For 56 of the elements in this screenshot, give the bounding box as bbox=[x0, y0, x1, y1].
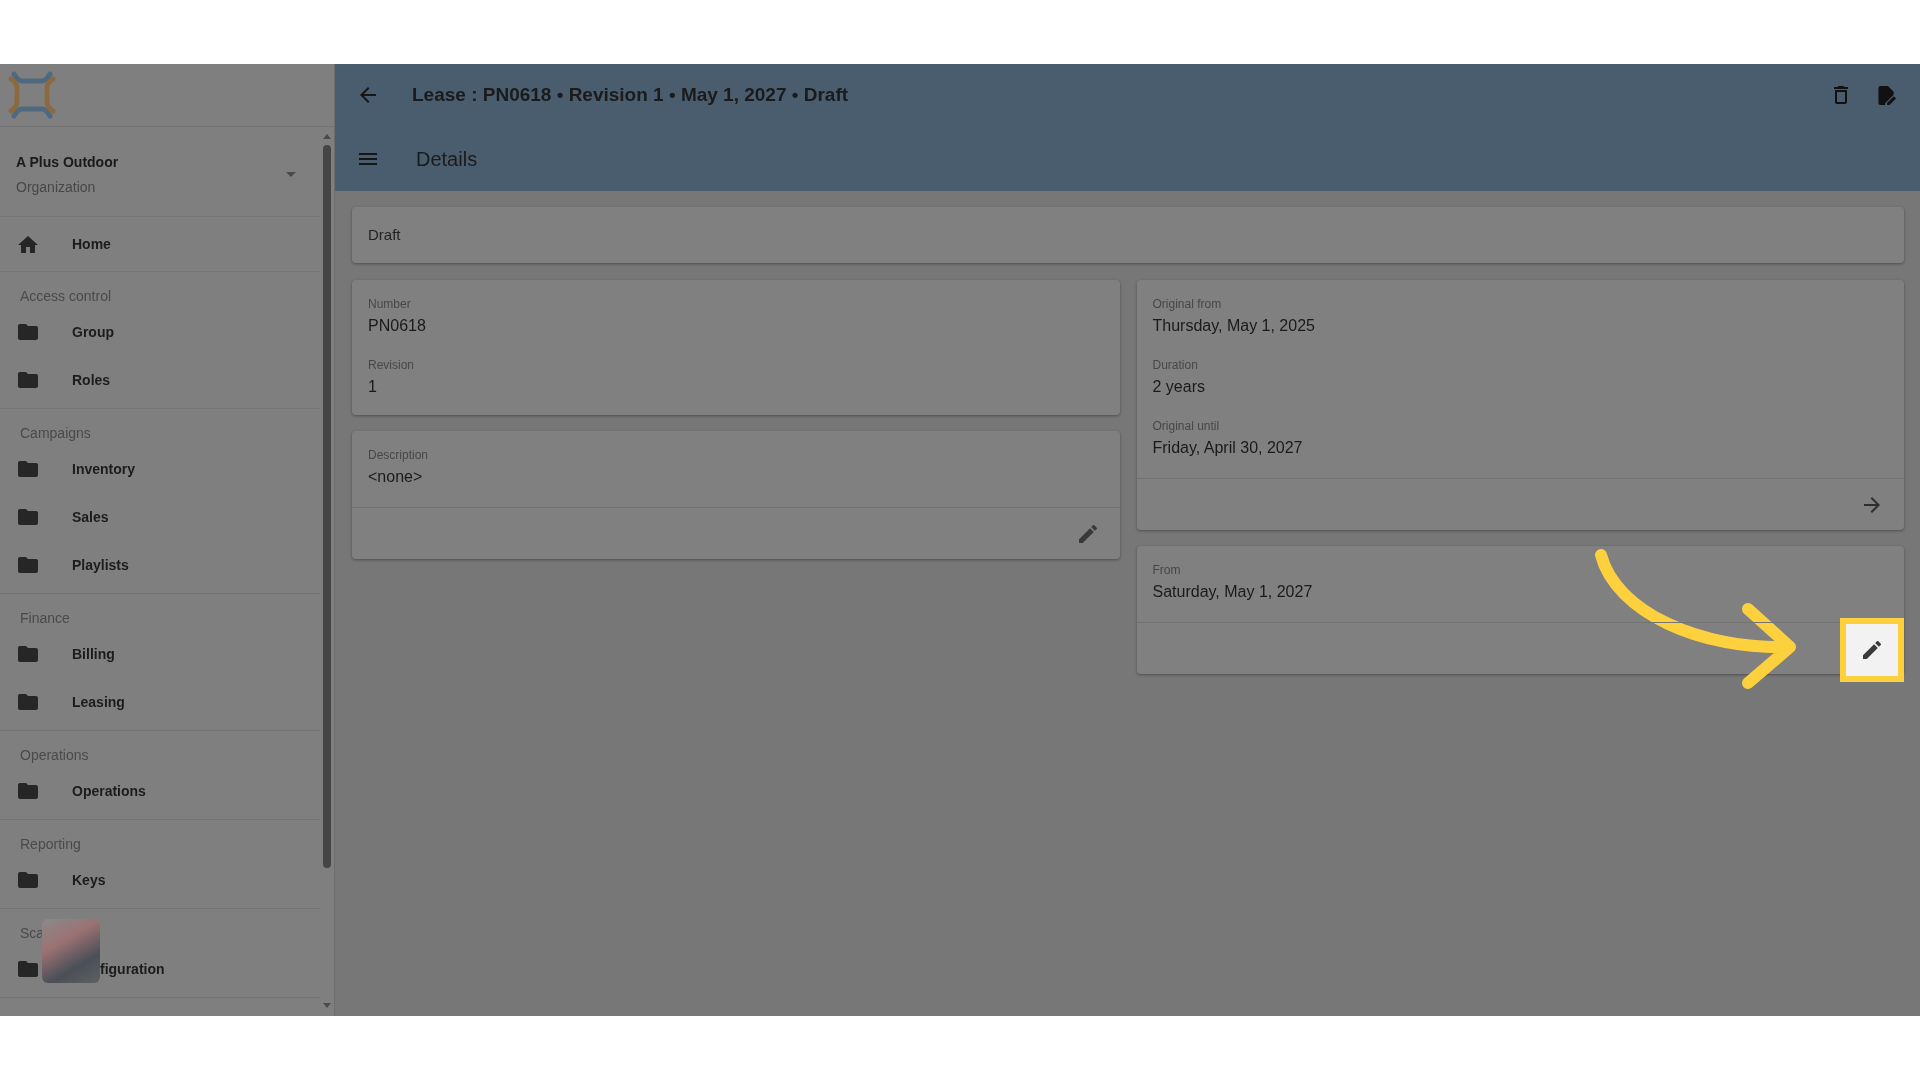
pencil-icon bbox=[1078, 524, 1097, 543]
folder-icon bbox=[18, 872, 38, 888]
nav-item[interactable]: Home bbox=[0, 220, 320, 268]
forward-arrow-icon bbox=[1864, 496, 1880, 513]
nav-item[interactable]: Group bbox=[0, 308, 320, 356]
nav-item[interactable]: figuration bbox=[0, 945, 320, 993]
field-value: 1 bbox=[368, 377, 378, 397]
caret-down-icon bbox=[286, 172, 296, 177]
nav-item[interactable]: Sales bbox=[0, 493, 320, 541]
field-label: From bbox=[1152, 562, 1182, 579]
field-label: Revision bbox=[368, 357, 416, 374]
field-value: Saturday, May 1, 2027 bbox=[1152, 582, 1314, 602]
field-label: Number bbox=[368, 296, 412, 313]
logo bbox=[8, 71, 56, 119]
status-text: Draft bbox=[368, 224, 401, 245]
document-edit-icon bbox=[1878, 85, 1897, 105]
nav-item[interactable]: Billing bbox=[0, 630, 320, 678]
folder-icon bbox=[18, 783, 38, 799]
delete-button[interactable] bbox=[1834, 86, 1848, 104]
field-value: Friday, April 30, 2027 bbox=[1152, 438, 1304, 458]
back-arrow-icon bbox=[360, 87, 376, 103]
field-value: PN0618 bbox=[368, 316, 427, 336]
field-label: Description bbox=[368, 447, 430, 464]
trash-icon bbox=[1834, 86, 1848, 104]
folder-icon bbox=[18, 694, 38, 710]
scrollbar-thumb[interactable] bbox=[323, 145, 331, 868]
field-label: Duration bbox=[1152, 357, 1199, 374]
edit-document-button[interactable] bbox=[1878, 85, 1897, 105]
field-value: <none> bbox=[368, 467, 424, 487]
folder-icon bbox=[18, 461, 38, 477]
nav-item[interactable]: Keys bbox=[0, 856, 320, 904]
field-value: 2 years bbox=[1152, 377, 1206, 397]
nav-item[interactable]: Roles bbox=[0, 356, 320, 404]
page-title: Lease : PN0618 • Revision 1 • May 1, 2027 • Draft bbox=[412, 82, 849, 107]
menu-icon bbox=[359, 152, 377, 165]
organization-selector[interactable]: A Plus Outdoor Organization bbox=[0, 127, 320, 217]
back-button[interactable] bbox=[360, 87, 376, 103]
nav-item[interactable]: Inventory bbox=[0, 445, 320, 493]
pencil-icon bbox=[1863, 641, 1881, 659]
field-label: Original until bbox=[1152, 418, 1221, 435]
scroll-down-icon[interactable] bbox=[323, 1003, 331, 1008]
folder-icon bbox=[18, 324, 38, 340]
nav-item[interactable]: Leasing bbox=[0, 678, 320, 726]
folder-icon bbox=[18, 646, 38, 662]
folder-icon bbox=[18, 557, 38, 573]
folder-icon bbox=[18, 961, 38, 977]
edit-button[interactable] bbox=[1846, 624, 1898, 676]
scroll-up-icon[interactable] bbox=[323, 134, 331, 139]
menu-button[interactable] bbox=[359, 152, 377, 165]
nav-item[interactable]: Operations bbox=[0, 767, 320, 815]
folder-icon bbox=[18, 372, 38, 388]
nav-item[interactable]: Playlists bbox=[0, 541, 320, 589]
folder-icon bbox=[18, 509, 38, 525]
home-icon bbox=[18, 235, 38, 253]
section-title: Details bbox=[416, 146, 478, 172]
field-value: Thursday, May 1, 2025 bbox=[1152, 316, 1316, 336]
